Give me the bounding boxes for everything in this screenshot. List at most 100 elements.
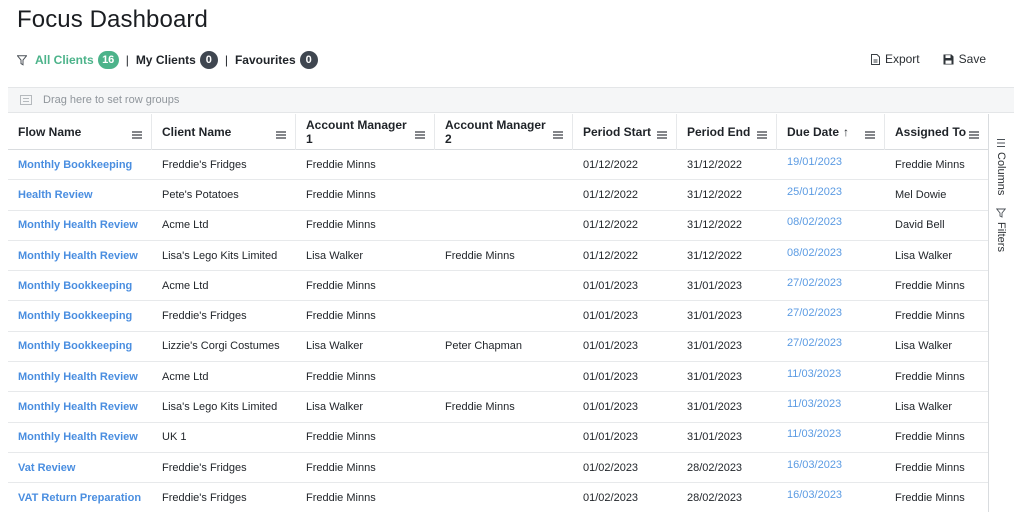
columns-tab[interactable]: Columns xyxy=(995,138,1007,195)
table-row[interactable]: VAT Return Preparation Freddie's Fridges F… xyxy=(8,483,988,512)
row-group-icon xyxy=(20,95,32,105)
cell-assigned-to: Lisa Walker xyxy=(895,249,953,262)
column-menu-icon[interactable] xyxy=(415,128,425,139)
column-header-label-wrap: Flow Name xyxy=(18,125,81,139)
flow-name-link[interactable]: Monthly Health Review xyxy=(8,401,152,413)
column-menu-icon[interactable] xyxy=(757,128,767,139)
column-header-label: Period End xyxy=(687,124,751,139)
cell-account-manager-1: Lisa Walker xyxy=(306,249,364,262)
cell-period-end: 31/01/2023 xyxy=(687,340,743,353)
cell-account-manager-2: Freddie Minns xyxy=(445,249,515,262)
filter-favourites[interactable]: Favourites 0 xyxy=(235,51,318,69)
all-clients-count-badge: 16 xyxy=(97,51,119,69)
cell-period-end: 28/02/2023 xyxy=(687,461,743,474)
flow-name-link[interactable]: VAT Return Preparation xyxy=(8,492,152,504)
column-header-label-wrap: Period Start xyxy=(583,125,651,139)
column-header-period-start[interactable]: Period Start xyxy=(573,114,677,150)
my-clients-count-badge: 0 xyxy=(199,51,218,69)
cell-due-date: 27/02/2023 xyxy=(787,307,843,320)
column-menu-icon[interactable] xyxy=(865,128,875,139)
cell-assigned-to: Freddie Minns xyxy=(895,370,965,383)
filters-tab[interactable]: Filters xyxy=(995,208,1007,252)
filter-separator: | xyxy=(224,53,228,67)
cell-period-start: 01/12/2022 xyxy=(583,249,639,262)
cell-assigned-to: Lisa Walker xyxy=(895,401,953,414)
cell-due-date: 16/03/2023 xyxy=(787,488,843,501)
column-menu-icon[interactable] xyxy=(969,128,979,139)
cell-period-start: 01/01/2023 xyxy=(583,279,639,292)
table-row[interactable]: Monthly Bookkeeping Lizzie's Corgi Costum… xyxy=(8,332,988,363)
column-header-label: Due Date xyxy=(787,124,840,139)
cell-account-manager-1: Freddie Minns xyxy=(306,431,376,444)
filter-all-clients[interactable]: All Clients 16 xyxy=(35,51,119,69)
table-row[interactable]: Monthly Bookkeeping Acme Ltd Freddie Minns… xyxy=(8,271,988,302)
cell-period-start: 01/12/2022 xyxy=(583,188,639,201)
cell-assigned-to: Freddie Minns xyxy=(895,310,965,323)
cell-assigned-to: Freddie Minns xyxy=(895,461,965,474)
cell-due-date: 25/01/2023 xyxy=(787,185,843,198)
table-row[interactable]: Vat Review Freddie's Fridges Freddie Minns… xyxy=(8,453,988,484)
columns-icon xyxy=(997,139,1005,147)
export-button[interactable]: Export xyxy=(870,52,920,66)
cell-assigned-to: Freddie Minns xyxy=(895,158,965,171)
toolbar: Export Save xyxy=(848,52,986,66)
cell-account-manager-1: Freddie Minns xyxy=(306,310,376,323)
column-menu-icon[interactable] xyxy=(276,128,286,139)
cell-assigned-to: Freddie Minns xyxy=(895,491,965,504)
filter-my-clients-label: My Clients xyxy=(135,53,196,67)
table-row[interactable]: Health Review Pete's Potatoes Freddie Minn… xyxy=(8,180,988,211)
flow-name-link[interactable]: Monthly Health Review xyxy=(8,219,152,231)
cell-account-manager-1: Freddie Minns xyxy=(306,188,376,201)
cell-period-end: 28/02/2023 xyxy=(687,491,743,504)
flow-name-link[interactable]: Monthly Health Review xyxy=(8,250,152,262)
filter-my-clients[interactable]: My Clients 0 xyxy=(136,51,218,69)
row-group-placeholder: Drag here to set row groups xyxy=(43,94,180,106)
cell-client-name: Freddie's Fridges xyxy=(162,310,247,323)
side-panel: Columns Filters xyxy=(988,114,1014,512)
flow-name-link[interactable]: Monthly Health Review xyxy=(8,371,152,383)
column-header-flow-name[interactable]: Flow Name xyxy=(8,114,152,150)
cell-due-date: 16/03/2023 xyxy=(787,458,843,471)
column-menu-icon[interactable] xyxy=(553,128,563,139)
flow-name-link[interactable]: Monthly Health Review xyxy=(8,431,152,443)
cell-due-date: 27/02/2023 xyxy=(787,276,843,289)
flow-name-link[interactable]: Vat Review xyxy=(8,462,152,474)
column-menu-icon[interactable] xyxy=(657,128,667,139)
cell-period-end: 31/12/2022 xyxy=(687,188,743,201)
cell-assigned-to: Freddie Minns xyxy=(895,279,965,292)
column-header-account-manager-2[interactable]: Account Manager 2 xyxy=(435,114,573,150)
sort-ascending-icon[interactable]: ↑ xyxy=(843,125,849,139)
table-row[interactable]: Monthly Health Review Acme Ltd Freddie Min… xyxy=(8,362,988,393)
column-header-account-manager-1[interactable]: Account Manager 1 xyxy=(296,114,435,150)
table-row[interactable]: Monthly Health Review Lisa's Lego Kits Li… xyxy=(8,241,988,272)
table-row[interactable]: Monthly Health Review Lisa's Lego Kits Li… xyxy=(8,392,988,423)
flow-name-link[interactable]: Monthly Bookkeeping xyxy=(8,159,152,171)
cell-period-start: 01/02/2023 xyxy=(583,461,639,474)
column-header-label: Client Name xyxy=(162,124,232,139)
column-header-client-name[interactable]: Client Name xyxy=(152,114,296,150)
column-menu-icon[interactable] xyxy=(132,128,142,139)
flow-name-link[interactable]: Monthly Bookkeeping xyxy=(8,340,152,352)
cell-due-date: 08/02/2023 xyxy=(787,246,843,259)
cell-account-manager-1: Lisa Walker xyxy=(306,401,364,414)
columns-tab-label: Columns xyxy=(995,152,1007,196)
row-group-drop-zone[interactable]: Drag here to set row groups xyxy=(8,87,1014,113)
table-row[interactable]: Monthly Bookkeeping Freddie's Fridges Fred… xyxy=(8,150,988,181)
filters-tab-label: Filters xyxy=(995,222,1007,252)
column-header-period-end[interactable]: Period End xyxy=(677,114,777,150)
table-row[interactable]: Monthly Bookkeeping Freddie's Fridges Fred… xyxy=(8,301,988,332)
flow-name-link[interactable]: Health Review xyxy=(8,189,152,201)
save-button[interactable]: Save xyxy=(943,52,986,66)
cell-assigned-to: David Bell xyxy=(895,219,945,232)
column-header-assigned-to[interactable]: Assigned To xyxy=(885,114,988,150)
column-header-label: Assigned To xyxy=(895,124,967,139)
cell-period-end: 31/12/2022 xyxy=(687,249,743,262)
cell-period-end: 31/12/2022 xyxy=(687,158,743,171)
cell-account-manager-2: Peter Chapman xyxy=(445,340,523,353)
column-header-due-date[interactable]: Due Date ↑ xyxy=(777,114,885,150)
flow-name-link[interactable]: Monthly Bookkeeping xyxy=(8,280,152,292)
cell-due-date: 11/03/2023 xyxy=(787,398,842,411)
flow-name-link[interactable]: Monthly Bookkeeping xyxy=(8,310,152,322)
table-row[interactable]: Monthly Health Review Acme Ltd Freddie Min… xyxy=(8,211,988,241)
table-row[interactable]: Monthly Health Review UK 1 Freddie Minns 01… xyxy=(8,423,988,453)
